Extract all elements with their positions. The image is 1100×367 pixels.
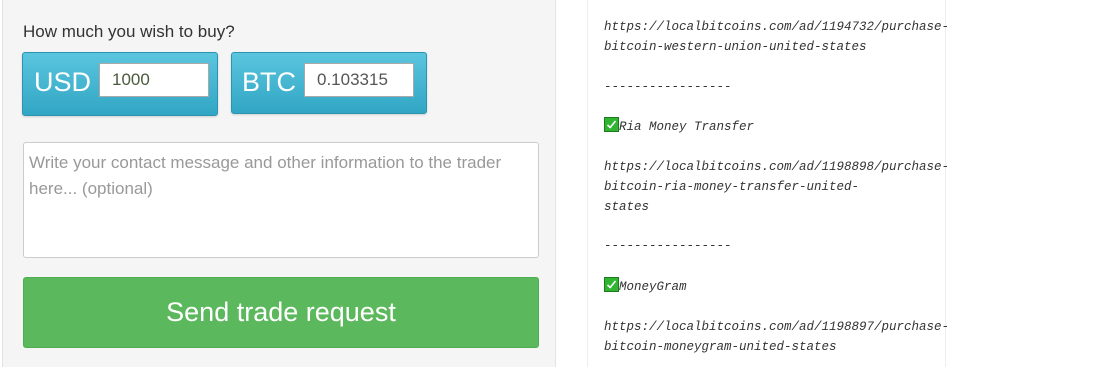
usd-amount-input[interactable]: [99, 63, 209, 97]
check-mark-icon: [604, 117, 619, 132]
ad-link-moneygram: https://localbitcoins.com/ad/1198897/pur…: [604, 317, 949, 357]
ad-terms-panel: https://localbitcoins.com/ad/1194732/pur…: [587, 0, 949, 367]
method-label: MoneyGram: [619, 280, 687, 294]
ad-text-line: https://localbitcoins.com/ad/1198898/pur…: [604, 160, 950, 174]
divider-line: -----------------: [604, 80, 732, 94]
check-mark-icon: [604, 277, 619, 292]
method-moneygram: MoneyGram: [604, 277, 687, 297]
usd-label: USD: [34, 67, 92, 97]
trade-form-panel: How much you wish to buy? USD BTC Send t…: [2, 0, 556, 367]
ad-text-line: bitcoin-western-union-united-states: [604, 40, 867, 54]
ad-text-line: https://localbitcoins.com/ad/1198897/pur…: [604, 320, 950, 334]
ad-text-line: states: [604, 200, 650, 214]
ad-link-ria: https://localbitcoins.com/ad/1198898/pur…: [604, 157, 949, 217]
divider-line: -----------------: [604, 239, 732, 253]
ad-link-western-union: https://localbitcoins.com/ad/1194732/pur…: [604, 17, 949, 57]
btc-amount-input[interactable]: [304, 63, 414, 97]
method-label: Ria Money Transfer: [619, 120, 755, 134]
method-ria: Ria Money Transfer: [604, 117, 754, 137]
btc-amount-group: BTC: [231, 52, 427, 114]
usd-amount-group: USD: [22, 52, 218, 116]
ad-text-line: bitcoin-moneygram-united-states: [604, 340, 837, 354]
ad-text-line: bitcoin-ria-money-transfer-united-: [604, 180, 860, 194]
btc-label: BTC: [242, 67, 296, 97]
ad-text-line: https://localbitcoins.com/ad/1194732/pur…: [604, 20, 950, 34]
send-trade-request-button[interactable]: Send trade request: [23, 277, 539, 348]
buy-amount-label: How much you wish to buy?: [23, 22, 235, 41]
contact-message-textarea[interactable]: [23, 142, 539, 258]
